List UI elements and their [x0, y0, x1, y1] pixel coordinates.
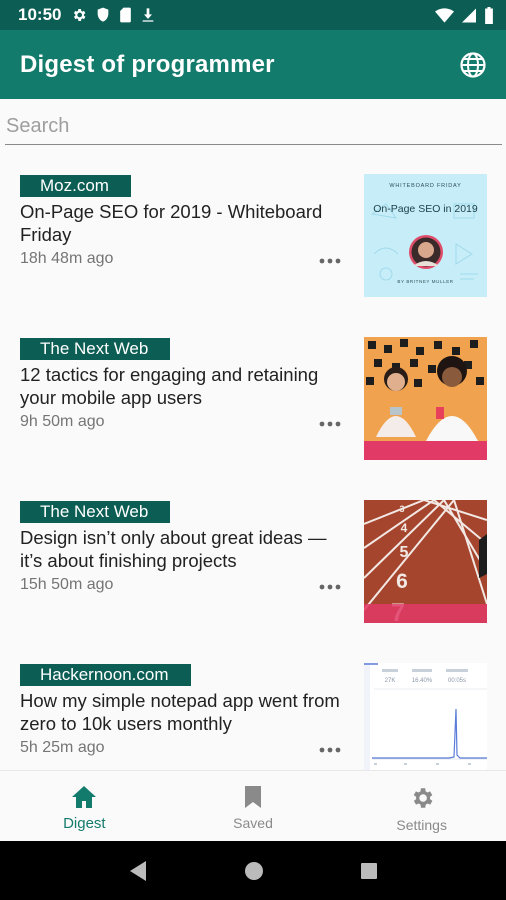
- source-badge[interactable]: The Next Web: [20, 501, 171, 523]
- more-options-button[interactable]: [318, 577, 342, 597]
- signal-icon: [462, 8, 476, 22]
- article-thumbnail: [364, 337, 487, 460]
- thumb-headline: On-Page SEO in 2019: [373, 203, 478, 215]
- thumb-kicker: WHITEBOARD FRIDAY: [389, 183, 461, 189]
- article-list: Moz.com On-Page SEO for 2019 - Whiteboar…: [0, 150, 506, 770]
- nav-item-settings[interactable]: Settings: [337, 771, 506, 841]
- article-title: Design isn’t only about great ideas — it…: [20, 527, 327, 571]
- globe-icon: [460, 51, 486, 78]
- article-time: 5h 25m ago: [20, 739, 105, 756]
- article-thumbnail: WHITEBOARD FRIDAY On-Page SEO in 2019 BY…: [364, 174, 487, 297]
- home-icon: [72, 786, 97, 808]
- source-badge[interactable]: The Next Web: [20, 338, 171, 360]
- article-thumbnail: 3 4 5 6 7: [364, 500, 487, 623]
- battery-icon: [485, 6, 493, 24]
- article-time: 18h 48m ago: [20, 250, 114, 267]
- svg-text:5: 5: [400, 544, 409, 561]
- gear-icon: [413, 788, 433, 808]
- app-bar: Digest of programmer: [0, 30, 506, 99]
- wifi-icon: [435, 7, 454, 23]
- nav-label: Digest: [63, 815, 106, 832]
- source-badge[interactable]: Moz.com: [20, 175, 131, 197]
- language-button[interactable]: [456, 48, 490, 82]
- svg-text:4: 4: [401, 521, 408, 535]
- more-options-button[interactable]: [318, 414, 342, 434]
- more-horizontal-icon: [319, 584, 341, 590]
- article-title: On-Page SEO for 2019 - Whiteboard Friday: [20, 201, 323, 245]
- nav-label: Settings: [396, 817, 447, 833]
- status-time: 10:50: [18, 5, 62, 24]
- sim-status-icon: [120, 7, 132, 23]
- more-horizontal-icon: [319, 258, 341, 264]
- article-card[interactable]: Moz.com On-Page SEO for 2019 - Whiteboar…: [0, 150, 506, 313]
- article-card[interactable]: The Next Web 12 tactics for engaging and…: [0, 313, 506, 476]
- more-horizontal-icon: [319, 747, 341, 753]
- thumb-byline: BY BRITNEY MULLER: [397, 279, 453, 284]
- thumb-stat: 16.40%: [412, 678, 433, 684]
- status-bar: 10:50: [0, 0, 506, 30]
- more-horizontal-icon: [319, 421, 341, 427]
- thumb-stat: 27K: [385, 678, 396, 684]
- bookmark-icon: [245, 786, 261, 808]
- source-badge[interactable]: Hackernoon.com: [20, 664, 191, 686]
- bottom-navigation: Digest Saved Settings: [0, 770, 506, 841]
- thumb-stat: 00:05s: [448, 678, 466, 684]
- search-input[interactable]: [5, 110, 502, 143]
- download-status-icon: [143, 8, 154, 22]
- svg-text:6: 6: [396, 570, 408, 593]
- article-thumbnail: 27K 16.40% 00:05s: [364, 663, 487, 770]
- search-bar: [5, 110, 502, 145]
- article-title: How my simple notepad app went from zero…: [20, 690, 340, 734]
- nav-label: Saved: [233, 815, 273, 831]
- article-time: 15h 50m ago: [20, 576, 114, 593]
- article-card[interactable]: The Next Web Design isn’t only about gre…: [0, 476, 506, 639]
- more-options-button[interactable]: [318, 740, 342, 760]
- system-navigation-bar: [0, 841, 506, 900]
- recents-icon[interactable]: [360, 862, 378, 880]
- shield-status-icon: [98, 7, 109, 22]
- more-options-button[interactable]: [318, 251, 342, 271]
- article-title: 12 tactics for engaging and retaining yo…: [20, 364, 319, 408]
- nav-item-digest[interactable]: Digest: [0, 771, 169, 841]
- article-card[interactable]: Hackernoon.com How my simple notepad app…: [0, 639, 506, 770]
- back-icon[interactable]: [128, 860, 148, 882]
- app-title: Digest of programmer: [20, 50, 275, 78]
- nav-item-saved[interactable]: Saved: [169, 771, 338, 841]
- svg-text:3: 3: [399, 504, 404, 514]
- gear-status-icon: [74, 9, 86, 21]
- home-circle-icon[interactable]: [244, 861, 264, 881]
- article-time: 9h 50m ago: [20, 413, 105, 430]
